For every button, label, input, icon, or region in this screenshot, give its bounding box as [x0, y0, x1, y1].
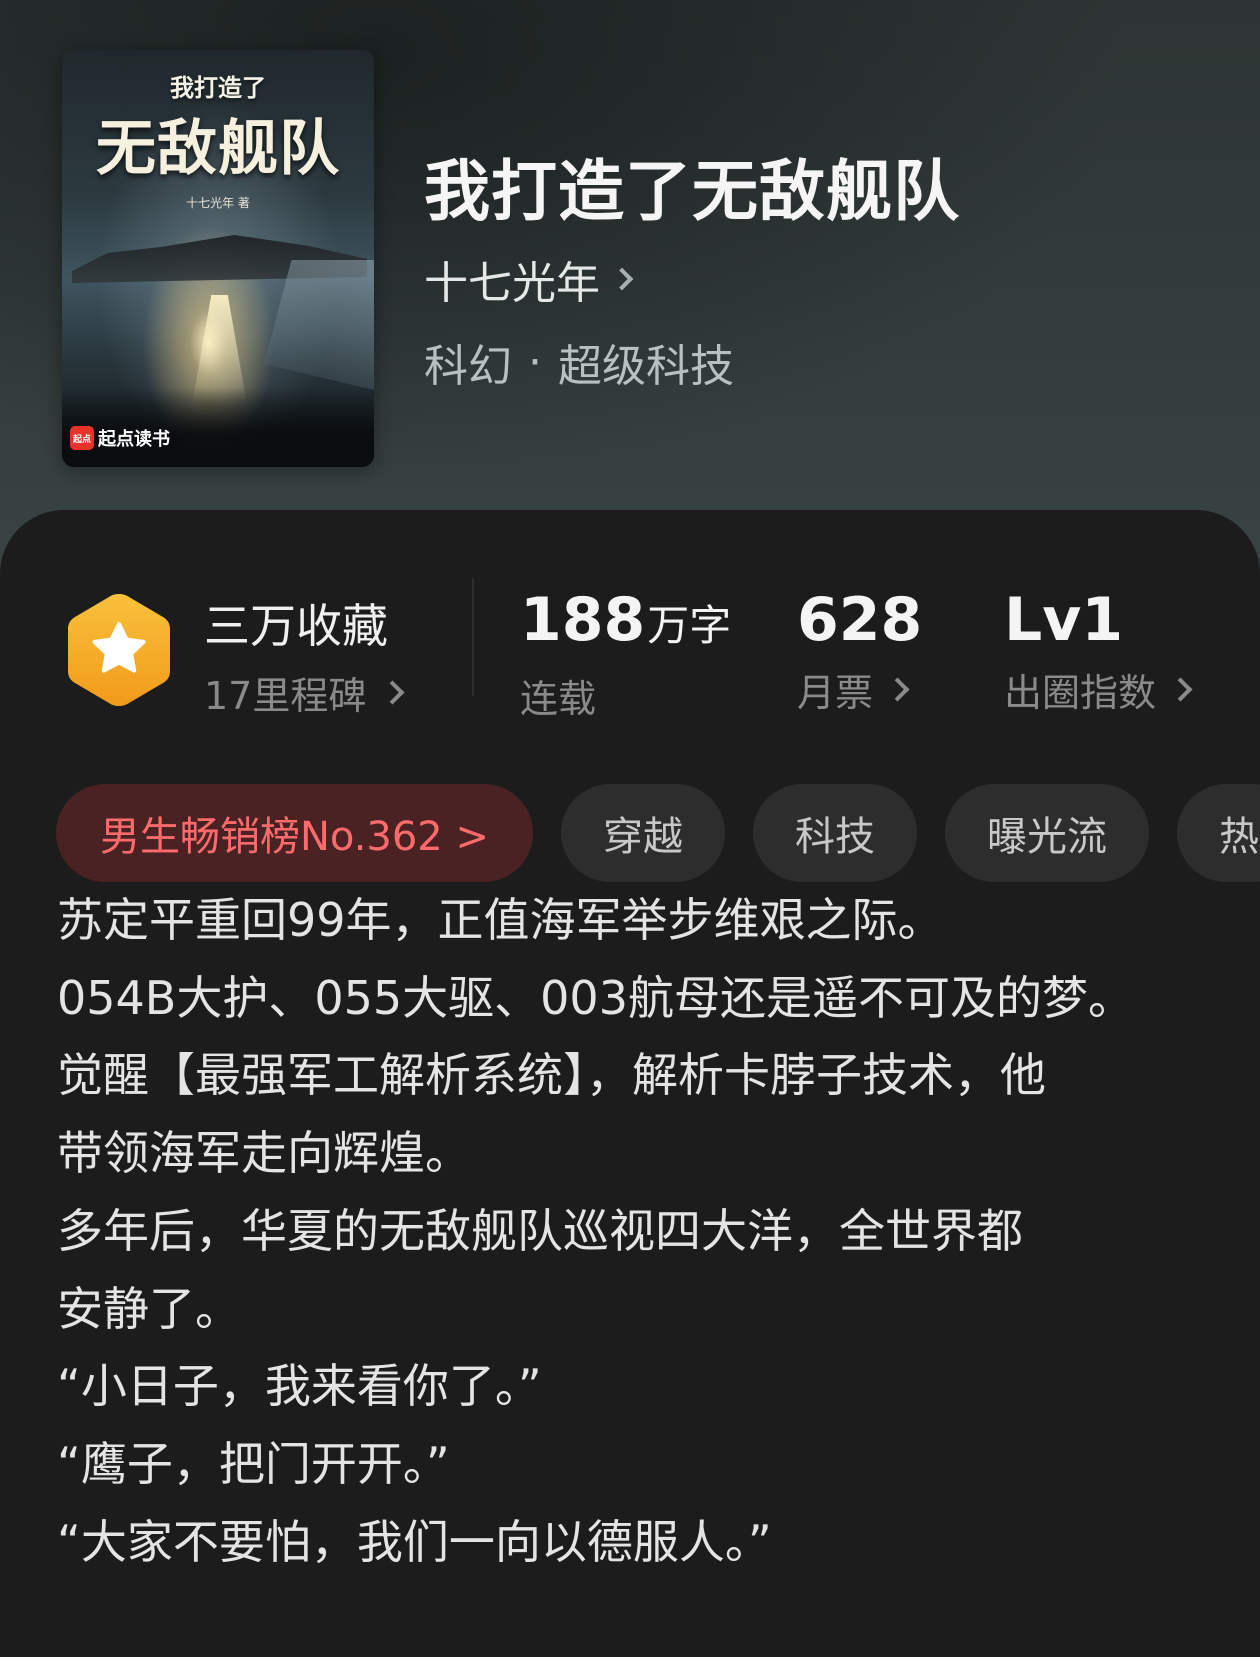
category-separator: · — [528, 336, 542, 388]
word-count-unit: 万字 — [647, 601, 732, 650]
synopsis-line: “大家不要怕，我们一向以德服人。” — [57, 1514, 772, 1569]
synopsis-line: 苏定平重回99年，正值海军举步维艰之际。 — [57, 893, 944, 947]
word-count-value: 188 — [520, 585, 646, 655]
chevron-right-icon — [885, 677, 910, 702]
stats-divider — [472, 578, 474, 696]
tag-list: 男生畅销榜No.362 > 穿越 科技 曝光流 热 — [56, 784, 1260, 882]
synopsis-line: “小日子，我来看你了。” — [57, 1359, 542, 1414]
book-detail-page: 我打造了 无敌舰队 十七光年 著 起点 起点读书 我打造了无敌舰队 十七光年 科… — [0, 0, 1260, 1657]
synopsis-line: 054B大护、055大驱、003航母还是遥不可及的梦。 — [57, 970, 1134, 1025]
tag-chip[interactable]: 曝光流 — [944, 784, 1149, 882]
synopsis-line: 多年后，华夏的无敌舰队巡视四大洋，全世界都 — [57, 1203, 1023, 1258]
cover-publisher-logo: 起点 起点读书 — [70, 425, 170, 451]
chevron-right-icon — [380, 680, 405, 705]
influence-level: Lv1 — [1004, 585, 1124, 655]
publisher-name: 起点读书 — [98, 429, 170, 450]
subcategory-label[interactable]: 超级科技 — [558, 330, 734, 394]
word-count-stat: 188 万字 连载 — [520, 582, 731, 723]
influence-label: 出圈指数 — [1004, 671, 1157, 715]
star-hexagon-icon[interactable] — [64, 590, 174, 710]
category-row: 科幻 · 超级科技 — [424, 330, 734, 394]
cover-title-small: 我打造了 — [170, 73, 266, 102]
book-title: 我打造了无敌舰队 — [424, 152, 960, 230]
synopsis-line: “鹰子，把门开开。” — [57, 1436, 450, 1491]
publisher-logo-icon: 起点 — [70, 426, 94, 450]
rank-tag[interactable]: 男生畅销榜No.362 > — [56, 784, 533, 882]
tag-chip[interactable]: 热 — [1176, 784, 1260, 882]
chevron-right-icon — [610, 267, 634, 291]
monthly-votes-value: 628 — [797, 585, 923, 655]
influence-index-stat[interactable]: Lv1 出圈指数 — [1004, 582, 1193, 717]
monthly-votes-label: 月票 — [797, 671, 874, 715]
tag-chip[interactable]: 穿越 — [560, 784, 725, 882]
synopsis-line: 带领海军走向辉煌。 — [57, 1126, 471, 1181]
serial-status: 连载 — [520, 677, 597, 721]
collection-count: 三万收藏 — [204, 599, 388, 653]
detail-panel: 三万收藏 17里程碑 188 万字 连载 628 月票 Lv1 出圈指数 男生畅… — [0, 510, 1260, 1657]
monthly-votes-stat[interactable]: 628 月票 — [797, 582, 922, 717]
synopsis-line: 安静了。 — [57, 1281, 241, 1336]
cover-title-big: 无敌舰队 — [96, 114, 340, 184]
synopsis-line: 觉醒【最强军工解析系统】，解析卡脖子技术，他 — [57, 1048, 1046, 1103]
category-label[interactable]: 科幻 — [424, 330, 512, 394]
book-synopsis[interactable]: 苏定平重回99年，正值海军举步维艰之际。 054B大护、055大驱、003航母还… — [57, 882, 1217, 1581]
cover-cliff — [264, 260, 374, 390]
milestone-label: 17里程碑 — [204, 674, 367, 718]
milestone-link[interactable]: 17里程碑 — [204, 665, 405, 720]
author-link[interactable]: 十七光年 — [424, 247, 634, 311]
cover-author: 十七光年 著 — [186, 196, 250, 210]
tag-chip[interactable]: 科技 — [752, 784, 917, 882]
chevron-right-icon — [1168, 677, 1193, 702]
book-cover[interactable]: 我打造了 无敌舰队 十七光年 著 起点 起点读书 — [62, 50, 374, 467]
author-name: 十七光年 — [424, 258, 600, 309]
